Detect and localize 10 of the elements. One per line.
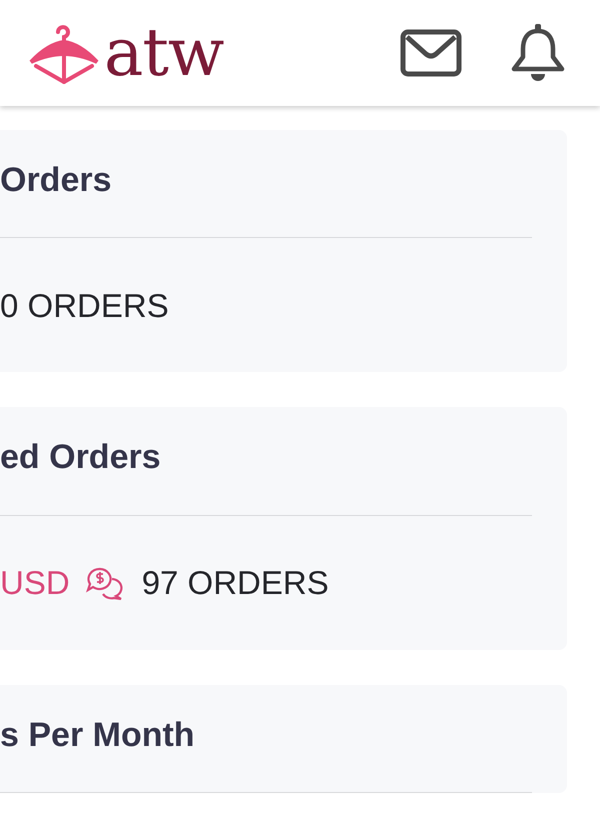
mail-icon[interactable] (400, 29, 462, 77)
amount-text: USD (0, 563, 70, 604)
notification-bell-icon[interactable] (510, 23, 566, 83)
card-title: s Per Month (0, 716, 196, 754)
orders-count: 0 ORDERS (0, 286, 169, 326)
card-title: ed Orders (0, 439, 162, 477)
hanger-logo-icon (28, 22, 100, 84)
orders-count: 97 ORDERS (142, 563, 329, 604)
card-title: Orders (0, 162, 112, 200)
logo-text[interactable]: atw (104, 20, 224, 86)
